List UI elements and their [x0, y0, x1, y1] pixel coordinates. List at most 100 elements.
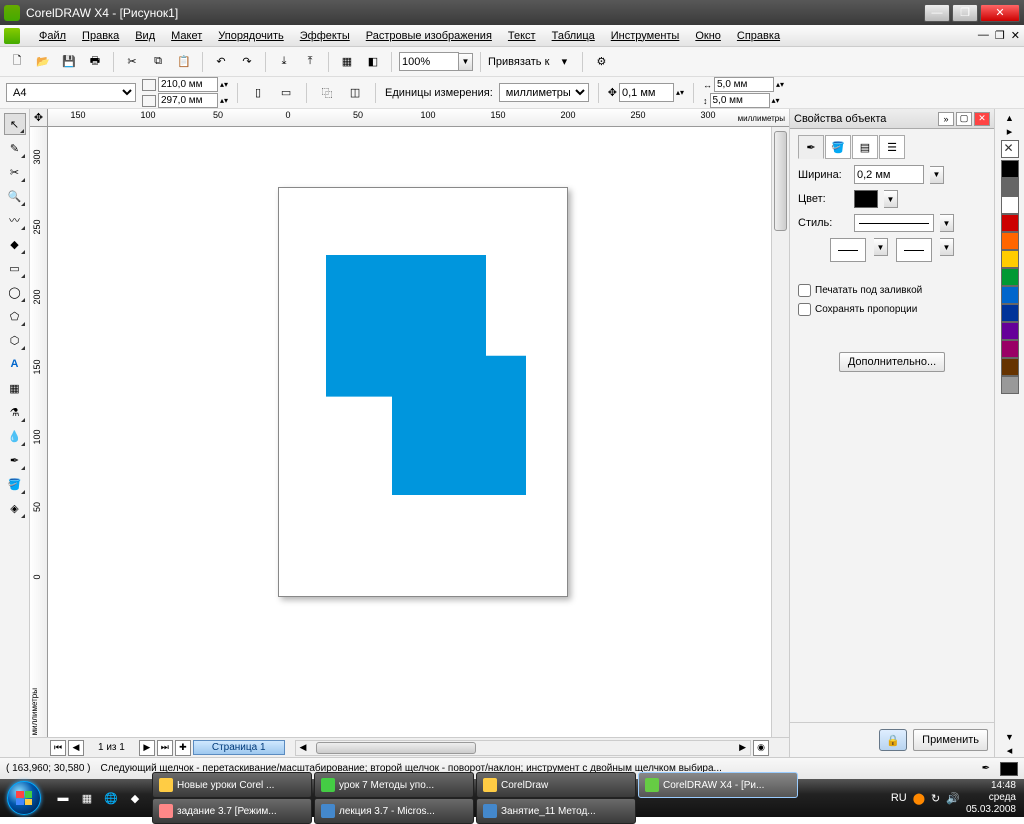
dropdown-arrow-icon[interactable]: ▼ — [459, 53, 473, 71]
print-behind-checkbox[interactable]: Печатать под заливкой — [798, 284, 986, 297]
pagesize-select[interactable]: А4 — [6, 83, 136, 102]
page-height-input[interactable] — [158, 93, 218, 108]
paste-button[interactable]: 📋 — [173, 51, 195, 73]
interactive-tool[interactable]: ⚗ — [4, 401, 26, 423]
mdi-restore-icon[interactable]: ❐ — [995, 29, 1005, 42]
text-tool[interactable]: A — [4, 353, 26, 375]
export-button[interactable]: ⤒ — [299, 51, 321, 73]
add-page-button[interactable]: ✚ — [175, 740, 191, 756]
fill-tool[interactable]: 🪣 — [4, 473, 26, 495]
units-select[interactable]: миллиметры — [499, 83, 589, 102]
color-swatch[interactable] — [1001, 160, 1019, 178]
open-button[interactable]: 📂 — [32, 51, 54, 73]
welcome-button[interactable]: ◧ — [362, 51, 384, 73]
zoom-input[interactable] — [399, 52, 459, 71]
basic-shapes-tool[interactable]: ⬡ — [4, 329, 26, 351]
palette-down-icon[interactable]: ▼ — [1005, 732, 1014, 742]
color-swatch[interactable] — [1001, 358, 1019, 376]
ql-browser[interactable]: 🌐 — [100, 785, 122, 811]
smart-fill-tool[interactable]: ◆ — [4, 233, 26, 255]
app-launcher-button[interactable]: ▦ — [336, 51, 358, 73]
fill-tab[interactable]: 🪣 — [825, 135, 851, 159]
task-assignment[interactable]: задание 3.7 [Режим... — [152, 798, 312, 824]
scrollbar-thumb[interactable] — [774, 131, 787, 231]
menu-bitmaps[interactable]: Растровые изображения — [359, 28, 499, 44]
menu-window[interactable]: Окно — [688, 28, 728, 44]
landscape-button[interactable]: ▭ — [275, 82, 297, 104]
text-tab[interactable]: ▤ — [852, 135, 878, 159]
palette-menu-icon[interactable]: ◂ — [1007, 744, 1013, 757]
dropdown-arrow-icon[interactable]: ▼ — [940, 214, 954, 232]
spinner-icon[interactable]: ▴▾ — [676, 88, 684, 97]
color-swatch[interactable] — [1001, 178, 1019, 196]
menu-table[interactable]: Таблица — [545, 28, 602, 44]
color-swatch[interactable] — [1001, 304, 1019, 322]
menu-tools[interactable]: Инструменты — [604, 28, 687, 44]
end-arrow-select[interactable] — [896, 238, 932, 262]
save-button[interactable]: 💾 — [58, 51, 80, 73]
color-swatch[interactable] — [1001, 250, 1019, 268]
task-class11[interactable]: Занятие_11 Метод... — [476, 798, 636, 824]
task-lecture[interactable]: лекция 3.7 - Micros... — [314, 798, 474, 824]
spinner-icon[interactable]: ▴▾ — [220, 80, 228, 89]
list-tab[interactable]: ☰ — [879, 135, 905, 159]
menu-help[interactable]: Справка — [730, 28, 787, 44]
task-chrome[interactable]: Новые уроки Corel ... — [152, 772, 312, 798]
vertical-scrollbar[interactable] — [771, 127, 789, 737]
menu-layout[interactable]: Макет — [164, 28, 209, 44]
minimize-button[interactable]: — — [924, 4, 950, 22]
portrait-button[interactable]: ▯ — [247, 82, 269, 104]
task-coreldraw-folder[interactable]: CorelDraw — [476, 772, 636, 798]
page-tab[interactable]: Страница 1 — [193, 740, 285, 755]
outline-style-preview[interactable] — [854, 214, 934, 232]
menu-arrange[interactable]: Упорядочить — [211, 28, 290, 44]
menu-file[interactable]: Файл — [32, 28, 73, 44]
page-width-input[interactable] — [158, 77, 218, 92]
horizontal-scrollbar[interactable]: ◀ ▶ — [295, 740, 751, 756]
snap-dropdown-button[interactable]: ▾ — [553, 51, 575, 73]
import-button[interactable]: ⤓ — [273, 51, 295, 73]
palette-up-icon[interactable]: ▲ — [1005, 113, 1014, 123]
undo-button[interactable]: ↶ — [210, 51, 232, 73]
pages-button[interactable]: ⿻ — [316, 82, 338, 104]
crop-tool[interactable]: ✂ — [4, 161, 26, 183]
dup-y-input[interactable] — [710, 93, 770, 108]
outline-tool[interactable]: ✒ — [4, 449, 26, 471]
mdi-minimize-icon[interactable]: — — [978, 29, 989, 42]
ql-show-desktop[interactable]: ▬ — [52, 785, 74, 811]
shape-tool[interactable]: ✎ — [4, 137, 26, 159]
color-swatch[interactable] — [1001, 196, 1019, 214]
clock[interactable]: 14:48 среда 05.03.2008 — [966, 780, 1016, 816]
dropdown-arrow-icon[interactable]: ▼ — [884, 190, 898, 208]
color-swatch[interactable] — [1001, 322, 1019, 340]
task-lesson7[interactable]: урок 7 Методы упо... — [314, 772, 474, 798]
zoom-tool[interactable]: 🔍 — [4, 185, 26, 207]
advanced-button[interactable]: Дополнительно... — [839, 352, 945, 372]
color-swatch[interactable] — [1001, 340, 1019, 358]
eyedropper-tool[interactable]: 💧 — [4, 425, 26, 447]
prev-page-button[interactable]: ◀ — [68, 740, 84, 756]
palette-expand-icon[interactable]: ▸ — [1007, 125, 1013, 138]
language-indicator[interactable]: RU — [891, 792, 907, 804]
outline-width-input[interactable] — [854, 165, 924, 184]
close-button[interactable]: ✕ — [980, 4, 1020, 22]
spinner-icon[interactable]: ▴▾ — [772, 96, 780, 105]
outline-tab[interactable]: ✒ — [798, 135, 824, 159]
ruler-origin[interactable]: ✥ — [30, 109, 48, 127]
menu-text[interactable]: Текст — [501, 28, 543, 44]
ellipse-tool[interactable]: ◯ — [4, 281, 26, 303]
polygon-tool[interactable]: ⬠ — [4, 305, 26, 327]
task-coreldraw-x4[interactable]: CorelDRAW X4 - [Ри... — [638, 772, 798, 798]
print-button[interactable]: 🖶 — [84, 51, 106, 73]
cut-button[interactable]: ✂ — [121, 51, 143, 73]
start-arrow-select[interactable] — [830, 238, 866, 262]
freehand-tool[interactable]: 〰 — [4, 209, 26, 231]
docker-close-button[interactable]: ✕ — [974, 112, 990, 126]
lock-button[interactable]: 🔒 — [879, 729, 907, 751]
next-page-button[interactable]: ▶ — [139, 740, 155, 756]
scroll-left-icon[interactable]: ◀ — [300, 742, 307, 753]
no-color-swatch[interactable] — [1001, 140, 1019, 158]
new-button[interactable]: 🗋 — [6, 51, 28, 73]
color-swatch[interactable] — [1001, 286, 1019, 304]
mdi-close-icon[interactable]: ✕ — [1011, 29, 1020, 42]
